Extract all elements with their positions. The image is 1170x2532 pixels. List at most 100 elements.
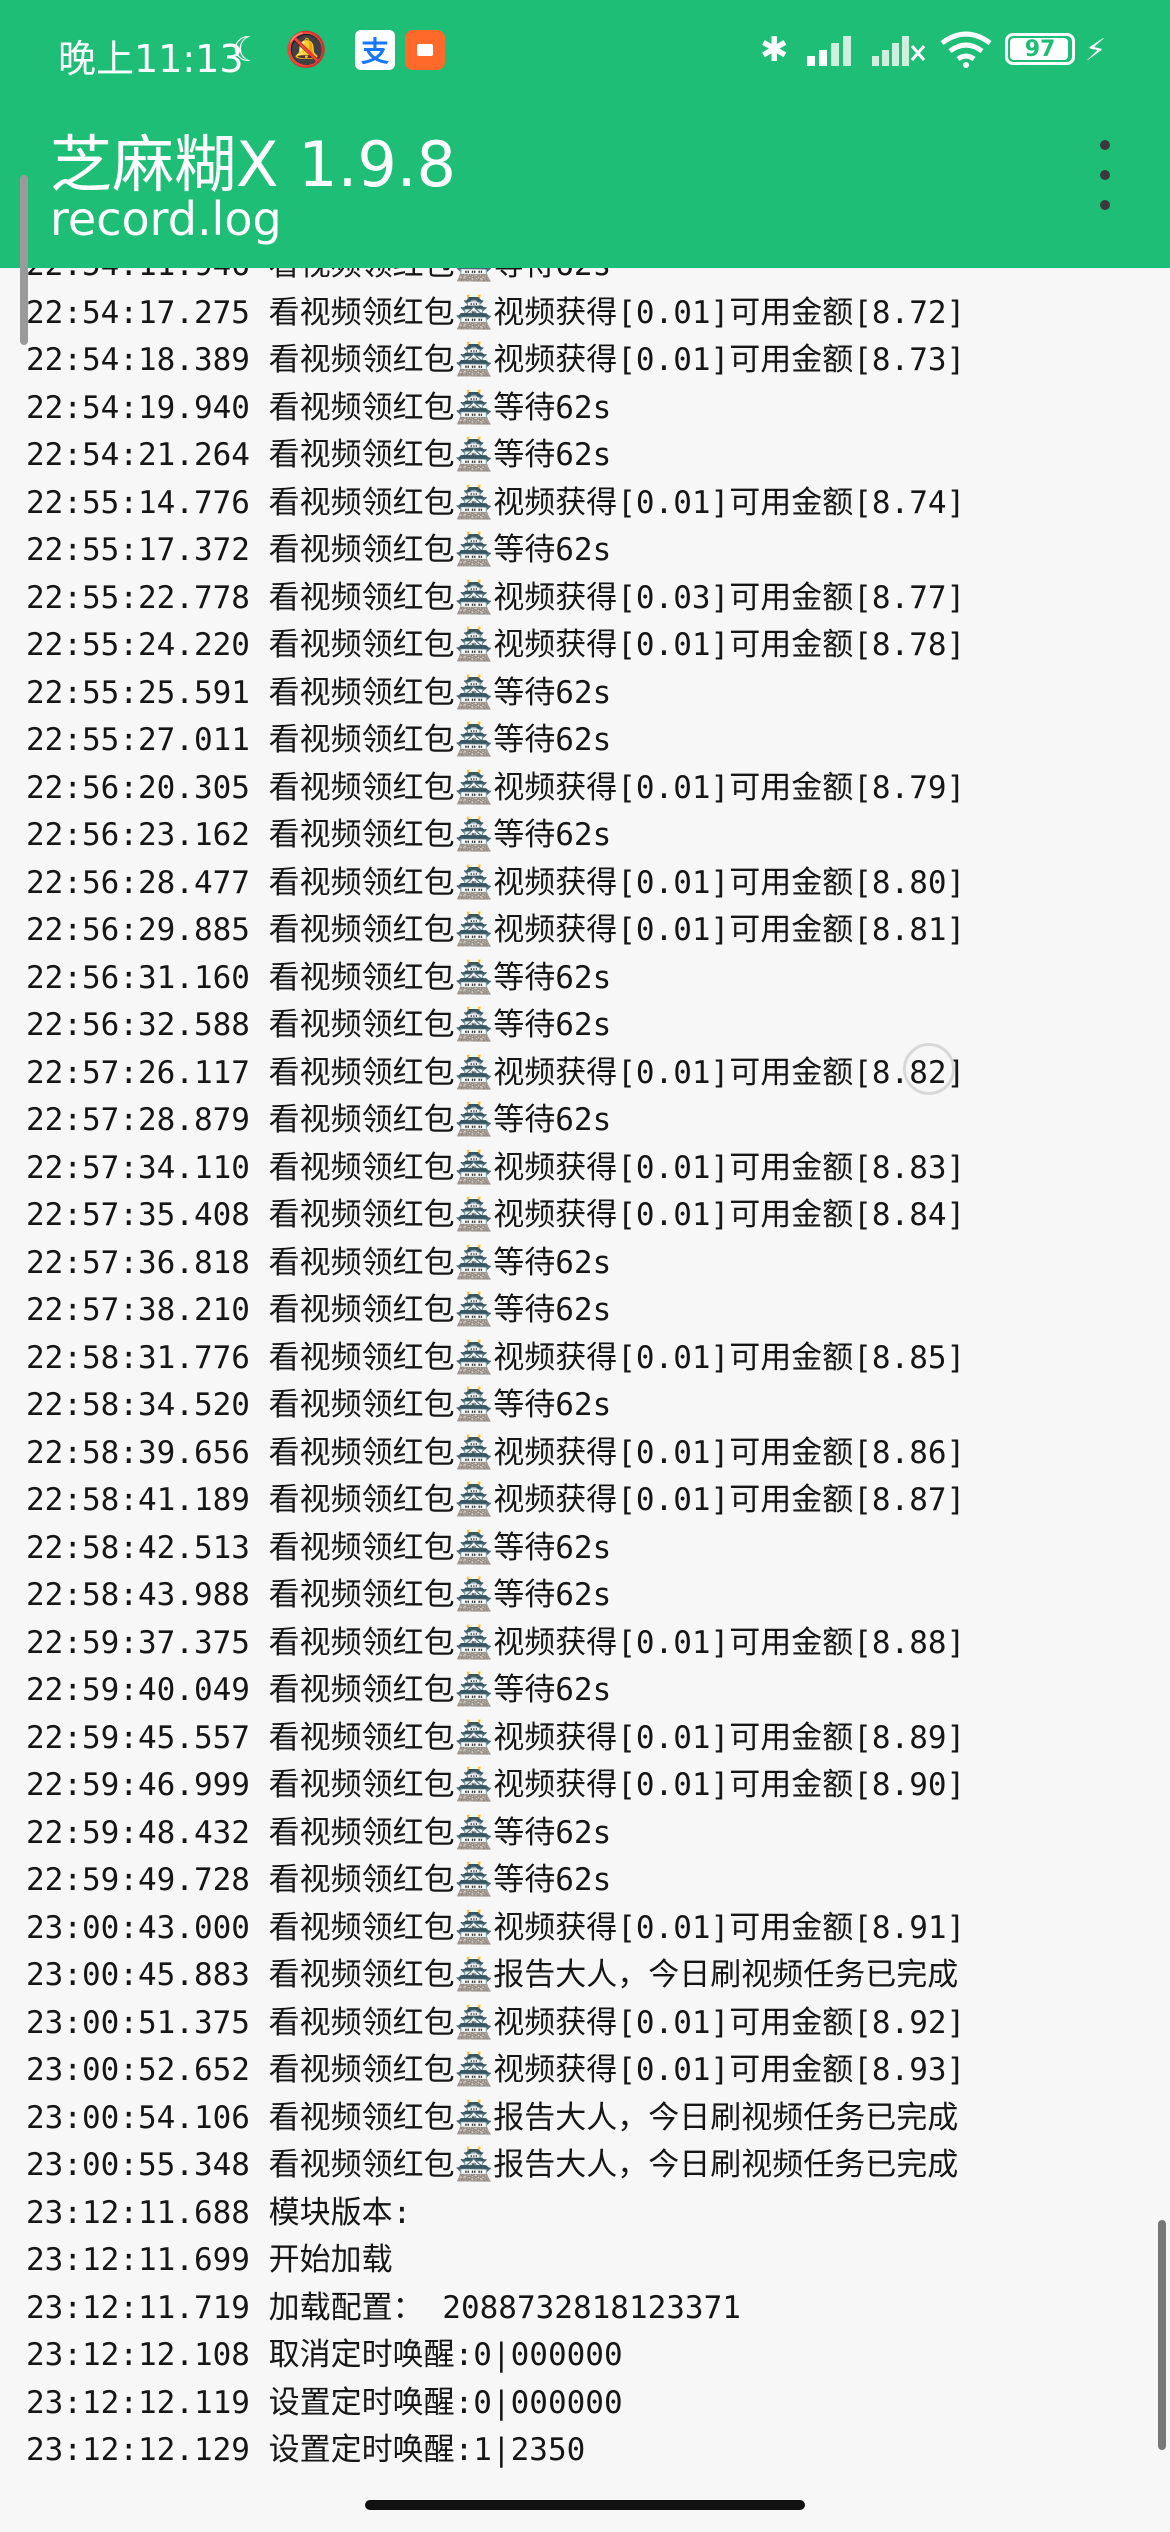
log-message: 看视频领红包🏯等待62s bbox=[268, 959, 612, 996]
log-timestamp: 22:55:17.372 bbox=[26, 532, 250, 568]
log-message: 看视频领红包🏯视频获得[0.01]可用金额[8.78] bbox=[268, 627, 966, 663]
log-message: 看视频领红包🏯等待62s bbox=[268, 674, 612, 711]
log-timestamp: 22:58:41.189 bbox=[26, 1482, 250, 1518]
log-line: 22:57:36.818 看视频领红包🏯等待62s bbox=[0, 1240, 965, 1288]
menu-dot bbox=[1100, 140, 1110, 150]
log-message: 看视频领红包🏯等待62s bbox=[268, 817, 612, 853]
log-timestamp: 22:54:17.275 bbox=[26, 294, 250, 331]
log-timestamp: 23:00:45.883 bbox=[26, 1957, 250, 1993]
home-indicator[interactable] bbox=[365, 2500, 805, 2510]
log-line: 22:57:34.110 看视频领红包🏯视频获得[0.01]可用金额[8.83] bbox=[0, 1145, 965, 1193]
status-bar: 晚上11:13 ☾ 🔕 支 ✱ 97 ⚡ bbox=[0, 0, 1170, 100]
log-message: 看视频领红包🏯等待62s bbox=[269, 268, 612, 290]
bluetooth-icon: ✱ bbox=[760, 30, 789, 70]
app-bar: 芝麻糊X 1.9.8 record.log bbox=[0, 100, 1170, 268]
log-message: 看视频领红包🏯等待62s bbox=[268, 722, 612, 758]
log-timestamp: 22:58:39.656 bbox=[26, 1434, 250, 1471]
log-timestamp: 22:55:14.776 bbox=[26, 484, 250, 521]
log-timestamp: 22:56:23.162 bbox=[26, 817, 250, 853]
log-message: 看视频领红包🏯视频获得[0.01]可用金额[8.86] bbox=[268, 1434, 966, 1471]
alipay-icon: 支 bbox=[355, 30, 395, 70]
log-timestamp: 22:58:31.776 bbox=[26, 1339, 250, 1376]
log-line: 22:58:43.988 看视频领红包🏯等待62s bbox=[0, 1572, 965, 1620]
log-timestamp: 23:00:55.348 bbox=[26, 2147, 250, 2183]
log-timestamp: 22:56:29.885 bbox=[26, 912, 250, 948]
scrollbar-thumb[interactable] bbox=[1158, 2220, 1166, 2450]
log-timestamp: 22:57:28.879 bbox=[26, 1102, 250, 1138]
log-message: 看视频领红包🏯等待62s bbox=[268, 532, 612, 568]
menu-dot bbox=[1100, 200, 1110, 210]
touch-indicator bbox=[903, 1043, 955, 1095]
app-title: 芝麻糊X 1.9.8 bbox=[50, 128, 456, 201]
log-message: 看视频领红包🏯等待62s bbox=[268, 1102, 612, 1138]
log-timestamp: 22:56:28.477 bbox=[26, 864, 250, 901]
log-line: 22:57:26.117 看视频领红包🏯视频获得[0.01]可用金额[8.82] bbox=[0, 1050, 965, 1098]
log-timestamp: 23:12:12.119 bbox=[26, 2384, 250, 2421]
wifi-icon bbox=[940, 30, 992, 70]
log-timestamp: 22:59:46.999 bbox=[26, 1767, 250, 1803]
log-line: 22:57:35.408 看视频领红包🏯视频获得[0.01]可用金额[8.84] bbox=[0, 1192, 965, 1240]
log-line: 23:12:11.719 加载配置： 2088732818123371 bbox=[0, 2285, 965, 2333]
log-timestamp: 22:58:42.513 bbox=[26, 1529, 250, 1566]
log-line: 23:00:52.652 看视频领红包🏯视频获得[0.01]可用金额[8.93] bbox=[0, 2047, 965, 2095]
log-line: 23:00:45.883 看视频领红包🏯报告大人，今日刷视频任务已完成 bbox=[0, 1952, 965, 2000]
more-vertical-icon[interactable] bbox=[1090, 140, 1120, 210]
log-line: 23:12:11.699 开始加载 bbox=[0, 2237, 965, 2285]
log-timestamp: 23:00:43.000 bbox=[26, 1909, 250, 1946]
log-timestamp: 22:59:37.375 bbox=[26, 1624, 250, 1661]
log-line: 22:58:39.656 看视频领红包🏯视频获得[0.01]可用金额[8.86] bbox=[0, 1430, 965, 1478]
log-line: 23:12:12.119 设置定时唤醒:0|000000 bbox=[0, 2380, 965, 2428]
log-timestamp: 22:59:40.049 bbox=[26, 1672, 250, 1708]
log-line: 22:59:48.432 看视频领红包🏯等待62s bbox=[0, 1810, 965, 1858]
menu-dot bbox=[1100, 170, 1110, 180]
cellular-signal-icon bbox=[805, 30, 857, 70]
log-message: 看视频领红包🏯视频获得[0.01]可用金额[8.81] bbox=[268, 912, 966, 948]
log-timestamp: 22:54:11.946 bbox=[26, 268, 250, 290]
log-line: 23:00:54.106 看视频领红包🏯报告大人，今日刷视频任务已完成 bbox=[0, 2095, 965, 2143]
log-line: 22:54:17.275 看视频领红包🏯视频获得[0.01]可用金额[8.72] bbox=[0, 290, 965, 338]
log-line: 23:12:11.688 模块版本: bbox=[0, 2190, 965, 2238]
log-timestamp: 23:12:11.688 bbox=[26, 2194, 250, 2231]
log-message: 看视频领红包🏯等待62s bbox=[268, 1244, 612, 1281]
log-timestamp: 22:57:26.117 bbox=[26, 1054, 250, 1091]
log-timestamp: 22:57:35.408 bbox=[26, 1197, 250, 1233]
log-line: 22:54:11.946 看视频领红包🏯等待62s bbox=[0, 268, 965, 290]
app-subtitle: record.log bbox=[50, 192, 282, 246]
log-message: 看视频领红包🏯视频获得[0.01]可用金额[8.84] bbox=[268, 1197, 966, 1233]
log-line: 22:56:28.477 看视频领红包🏯视频获得[0.01]可用金额[8.80] bbox=[0, 860, 965, 908]
log-line: 22:59:37.375 看视频领红包🏯视频获得[0.01]可用金额[8.88] bbox=[0, 1620, 965, 1668]
log-line: 22:58:31.776 看视频领红包🏯视频获得[0.01]可用金额[8.85] bbox=[0, 1335, 965, 1383]
log-message: 看视频领红包🏯视频获得[0.01]可用金额[8.88] bbox=[268, 1624, 966, 1661]
log-message: 看视频领红包🏯等待62s bbox=[268, 1577, 612, 1613]
log-message: 看视频领红包🏯视频获得[0.01]可用金额[8.79] bbox=[268, 769, 966, 806]
battery-percent: 97 bbox=[1024, 37, 1056, 62]
log-line: 22:55:17.372 看视频领红包🏯等待62s bbox=[0, 527, 965, 575]
log-timestamp: 22:56:20.305 bbox=[26, 769, 250, 806]
log-line: 22:54:19.940 看视频领红包🏯等待62s bbox=[0, 385, 965, 433]
log-message: 看视频领红包🏯报告大人，今日刷视频任务已完成 bbox=[268, 2099, 959, 2136]
log-message: 看视频领红包🏯视频获得[0.01]可用金额[8.82] bbox=[268, 1054, 966, 1091]
notifications-muted-icon: 🔕 bbox=[285, 30, 328, 70]
log-timestamp: 23:00:54.106 bbox=[26, 2099, 250, 2136]
log-message: 看视频领红包🏯等待62s bbox=[268, 1529, 612, 1566]
log-timestamp: 22:56:32.588 bbox=[26, 1007, 250, 1043]
charging-icon: ⚡ bbox=[1085, 32, 1107, 68]
log-line: 22:57:38.210 看视频领红包🏯等待62s bbox=[0, 1287, 965, 1335]
log-line: 22:59:49.728 看视频领红包🏯等待62s bbox=[0, 1857, 965, 1905]
log-viewer[interactable]: 22:54:11.946 看视频领红包🏯等待62s22:54:17.275 看视… bbox=[0, 268, 1170, 2478]
log-message: 看视频领红包🏯视频获得[0.01]可用金额[8.92] bbox=[268, 2004, 966, 2041]
log-message: 看视频领红包🏯视频获得[0.01]可用金额[8.90] bbox=[268, 1767, 966, 1803]
log-timestamp: 22:56:31.160 bbox=[26, 959, 250, 996]
log-line: 23:12:12.108 取消定时唤醒:0|000000 bbox=[0, 2332, 965, 2380]
log-timestamp: 23:12:11.719 bbox=[26, 2289, 250, 2326]
log-message: 看视频领红包🏯视频获得[0.01]可用金额[8.72] bbox=[268, 294, 966, 331]
screen-record-icon bbox=[405, 30, 445, 70]
log-line: 22:58:42.513 看视频领红包🏯等待62s bbox=[0, 1525, 965, 1573]
log-message: 看视频领红包🏯等待62s bbox=[268, 1672, 612, 1708]
log-line: 23:00:51.375 看视频领红包🏯视频获得[0.01]可用金额[8.92] bbox=[0, 2000, 965, 2048]
battery-icon: 97 bbox=[1005, 33, 1075, 65]
log-line: 22:54:21.264 看视频领红包🏯等待62s bbox=[0, 432, 965, 480]
log-timestamp: 23:12:12.108 bbox=[26, 2337, 250, 2373]
log-timestamp: 23:12:11.699 bbox=[26, 2242, 250, 2278]
log-message: 看视频领红包🏯视频获得[0.01]可用金额[8.87] bbox=[268, 1482, 966, 1518]
